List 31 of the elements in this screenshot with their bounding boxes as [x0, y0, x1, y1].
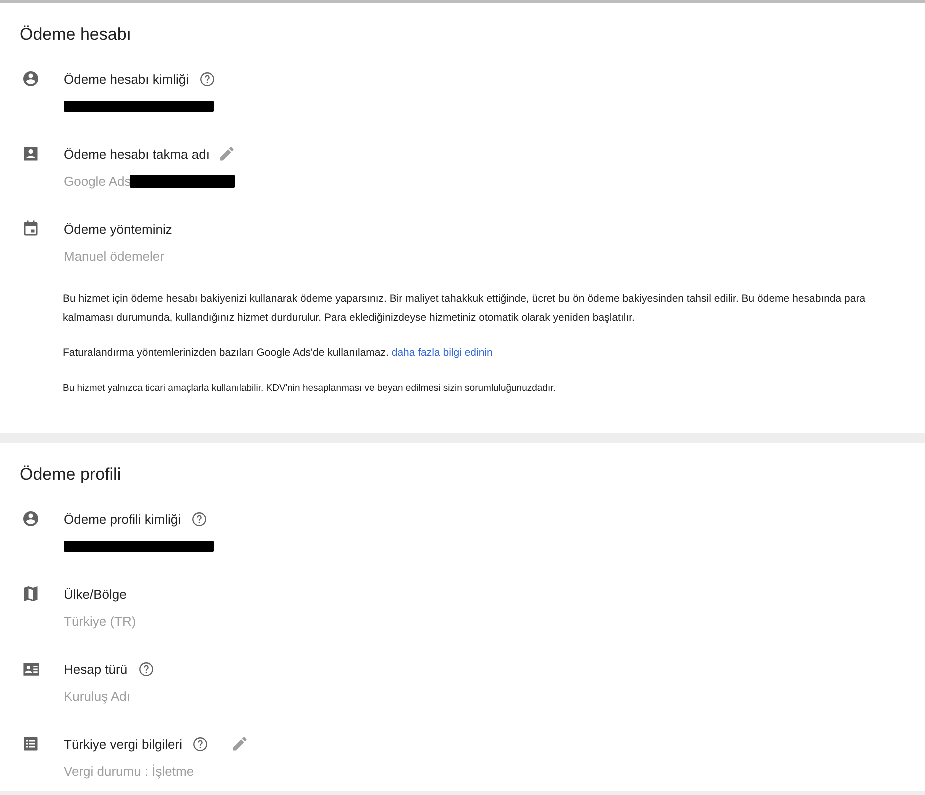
field-value: Google Ads — [64, 174, 132, 188]
section-title: Ödeme hesabı — [20, 25, 133, 46]
map-icon — [22, 585, 40, 603]
learn-more-link[interactable]: daha fazla bilgi edinin — [392, 347, 493, 359]
field-label: Ödeme profili kimliği — [64, 512, 182, 526]
id-card-icon — [22, 660, 41, 678]
field-label: Ödeme yönteminiz — [64, 222, 172, 236]
field-value: Vergi durumu : İşletme — [64, 764, 194, 778]
info-text: Bu hizmet için ödeme hesabı bakiyenizi kullanarak ödeme yaparsınız. Bir maliyet tahakkuk ettiğinde, ücret bu ön ödeme bakiyesinden tahsil edilir. Bu ödeme hesabında para kalmaması durumunda, kullandığınız hizmet durdurulur. Para eklediğinizdeyse hizmetiniz otomatik olarak yeniden başlatılır. — [63, 292, 867, 326]
help-icon[interactable] — [191, 510, 208, 528]
list-icon — [22, 735, 40, 753]
info-text: Faturalandırma yöntemlerinizden bazıları Google Ads'de kullanılamaz. daha fazla bilgi edinin — [63, 346, 494, 361]
field-label: Hesap türü — [64, 662, 128, 676]
field-label: Ödeme hesabı takma adı — [64, 146, 210, 162]
help-icon[interactable] — [192, 736, 210, 752]
field-value: Türkiye (TR) — [64, 614, 136, 628]
help-icon[interactable] — [199, 70, 216, 88]
info-text: Bu hizmet yalnızca ticari amaçlarla kullanılabilir. KDV'nin hesaplanması ve beyan edilmesi sizin sorumluluğunuzdadır. — [63, 382, 557, 396]
field-label: Ödeme hesabı kimliği — [64, 72, 189, 86]
field-value: Kuruluş Adı — [64, 688, 130, 704]
contact-icon — [22, 145, 40, 163]
calendar-icon — [22, 220, 40, 238]
help-icon[interactable] — [138, 660, 155, 678]
edit-icon[interactable] — [218, 145, 236, 163]
account-icon — [22, 510, 40, 528]
field-label: Türkiye vergi bilgileri — [64, 736, 182, 752]
account-icon — [22, 70, 40, 88]
field-label: Ülke/Bölge — [64, 586, 127, 602]
field-value: Manuel ödemeler — [64, 248, 164, 264]
section-title: Ödeme profili — [20, 465, 122, 486]
edit-icon[interactable] — [231, 735, 250, 753]
